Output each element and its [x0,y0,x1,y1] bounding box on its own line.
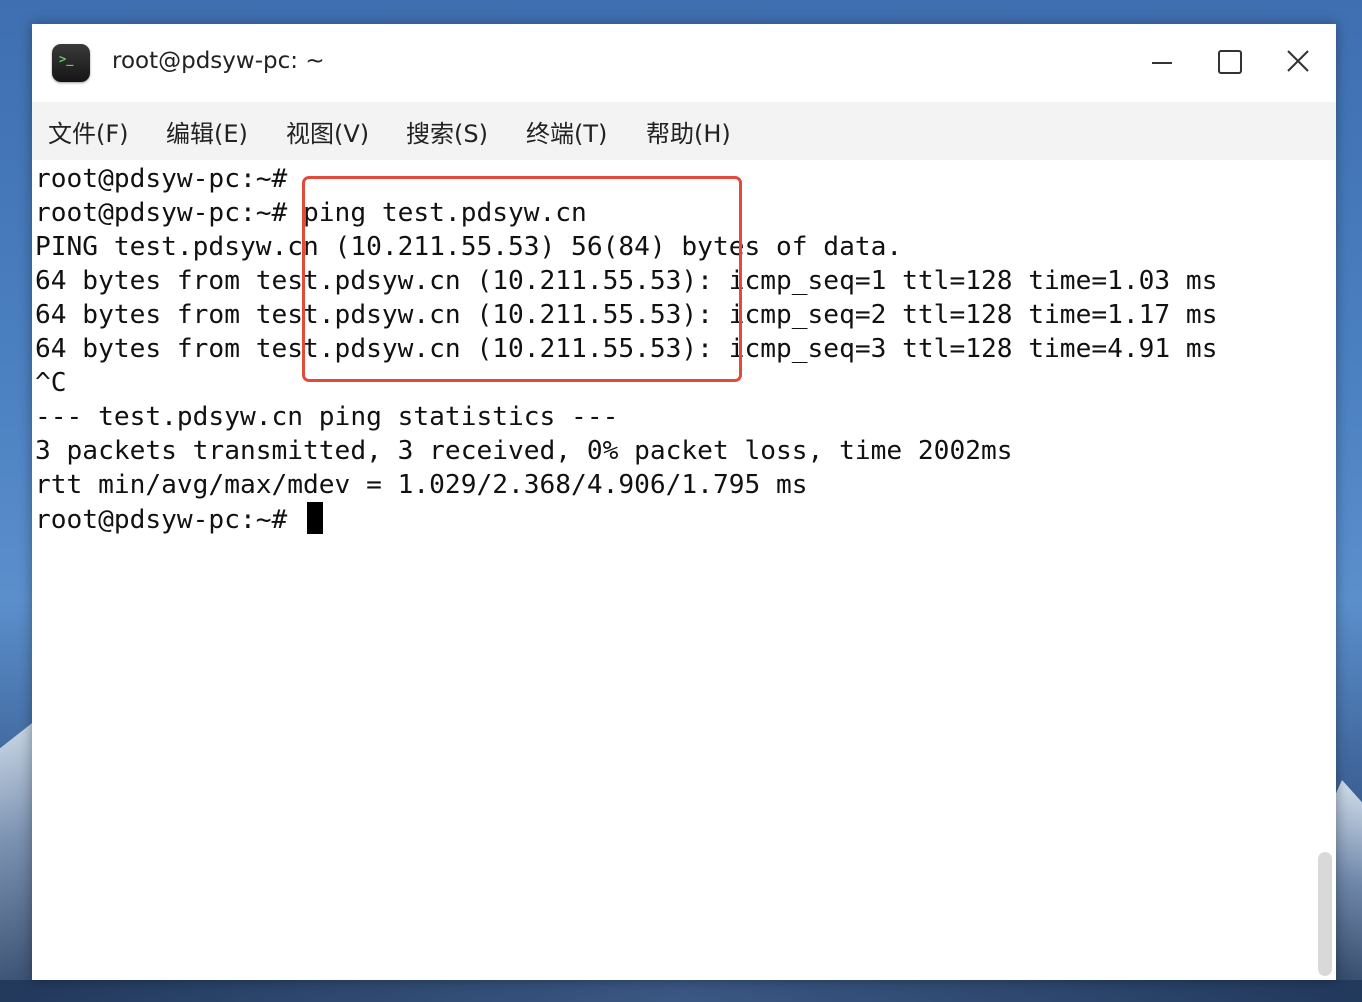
terminal-line: --- test.pdsyw.cn ping statistics --- [35,402,619,432]
close-button[interactable] [1278,44,1318,80]
text-cursor [307,502,324,534]
desktop-wallpaper-ground [0,980,1362,1002]
terminal-line: 64 bytes from test.pdsyw.cn (10.211.55.5… [35,334,1218,364]
vertical-scrollbar[interactable] [1318,852,1332,976]
terminal-prompt-glyph: >_ [59,52,74,66]
terminal-line: root@pdsyw-pc:~# ping test.pdsyw.cn [35,198,587,228]
terminal-line: ^C [35,368,67,398]
menu-edit[interactable]: 编辑(E) [166,114,248,149]
menu-file[interactable]: 文件(F) [48,114,129,149]
maximize-icon [1218,50,1242,74]
terminal-prompt-line: root@pdsyw-pc:~# [35,502,324,536]
terminal-app-icon: >_ [52,44,90,82]
minimize-icon [1152,62,1172,64]
terminal-line: rtt min/avg/max/mdev = 1.029/2.368/4.906… [35,470,808,500]
terminal-window: >_ root@pdsyw-pc: ~ 文件(F) 编辑(E) 视图(V) 搜索… [32,24,1336,980]
window-title: root@pdsyw-pc: ~ [112,48,325,74]
menu-help[interactable]: 帮助(H) [646,114,731,149]
minimize-button[interactable] [1142,44,1182,80]
terminal-line: 3 packets transmitted, 3 received, 0% pa… [35,436,1013,466]
terminal-line: 64 bytes from test.pdsyw.cn (10.211.55.5… [35,300,1218,330]
menu-bar: 文件(F) 编辑(E) 视图(V) 搜索(S) 终端(T) 帮助(H) [32,102,1336,160]
terminal-line: 64 bytes from test.pdsyw.cn (10.211.55.5… [35,266,1218,296]
menu-view[interactable]: 视图(V) [286,114,369,149]
terminal-line: root@pdsyw-pc:~# [35,164,288,194]
terminal-prompt: root@pdsyw-pc:~# [35,505,304,535]
menu-terminal[interactable]: 终端(T) [526,114,607,149]
close-icon [1287,50,1309,72]
terminal-output[interactable]: root@pdsyw-pc:~# root@pdsyw-pc:~# ping t… [32,160,1336,980]
title-bar[interactable]: >_ root@pdsyw-pc: ~ [32,24,1336,102]
maximize-button[interactable] [1210,44,1250,80]
menu-search[interactable]: 搜索(S) [406,114,488,149]
terminal-line: PING test.pdsyw.cn (10.211.55.53) 56(84)… [35,232,903,262]
